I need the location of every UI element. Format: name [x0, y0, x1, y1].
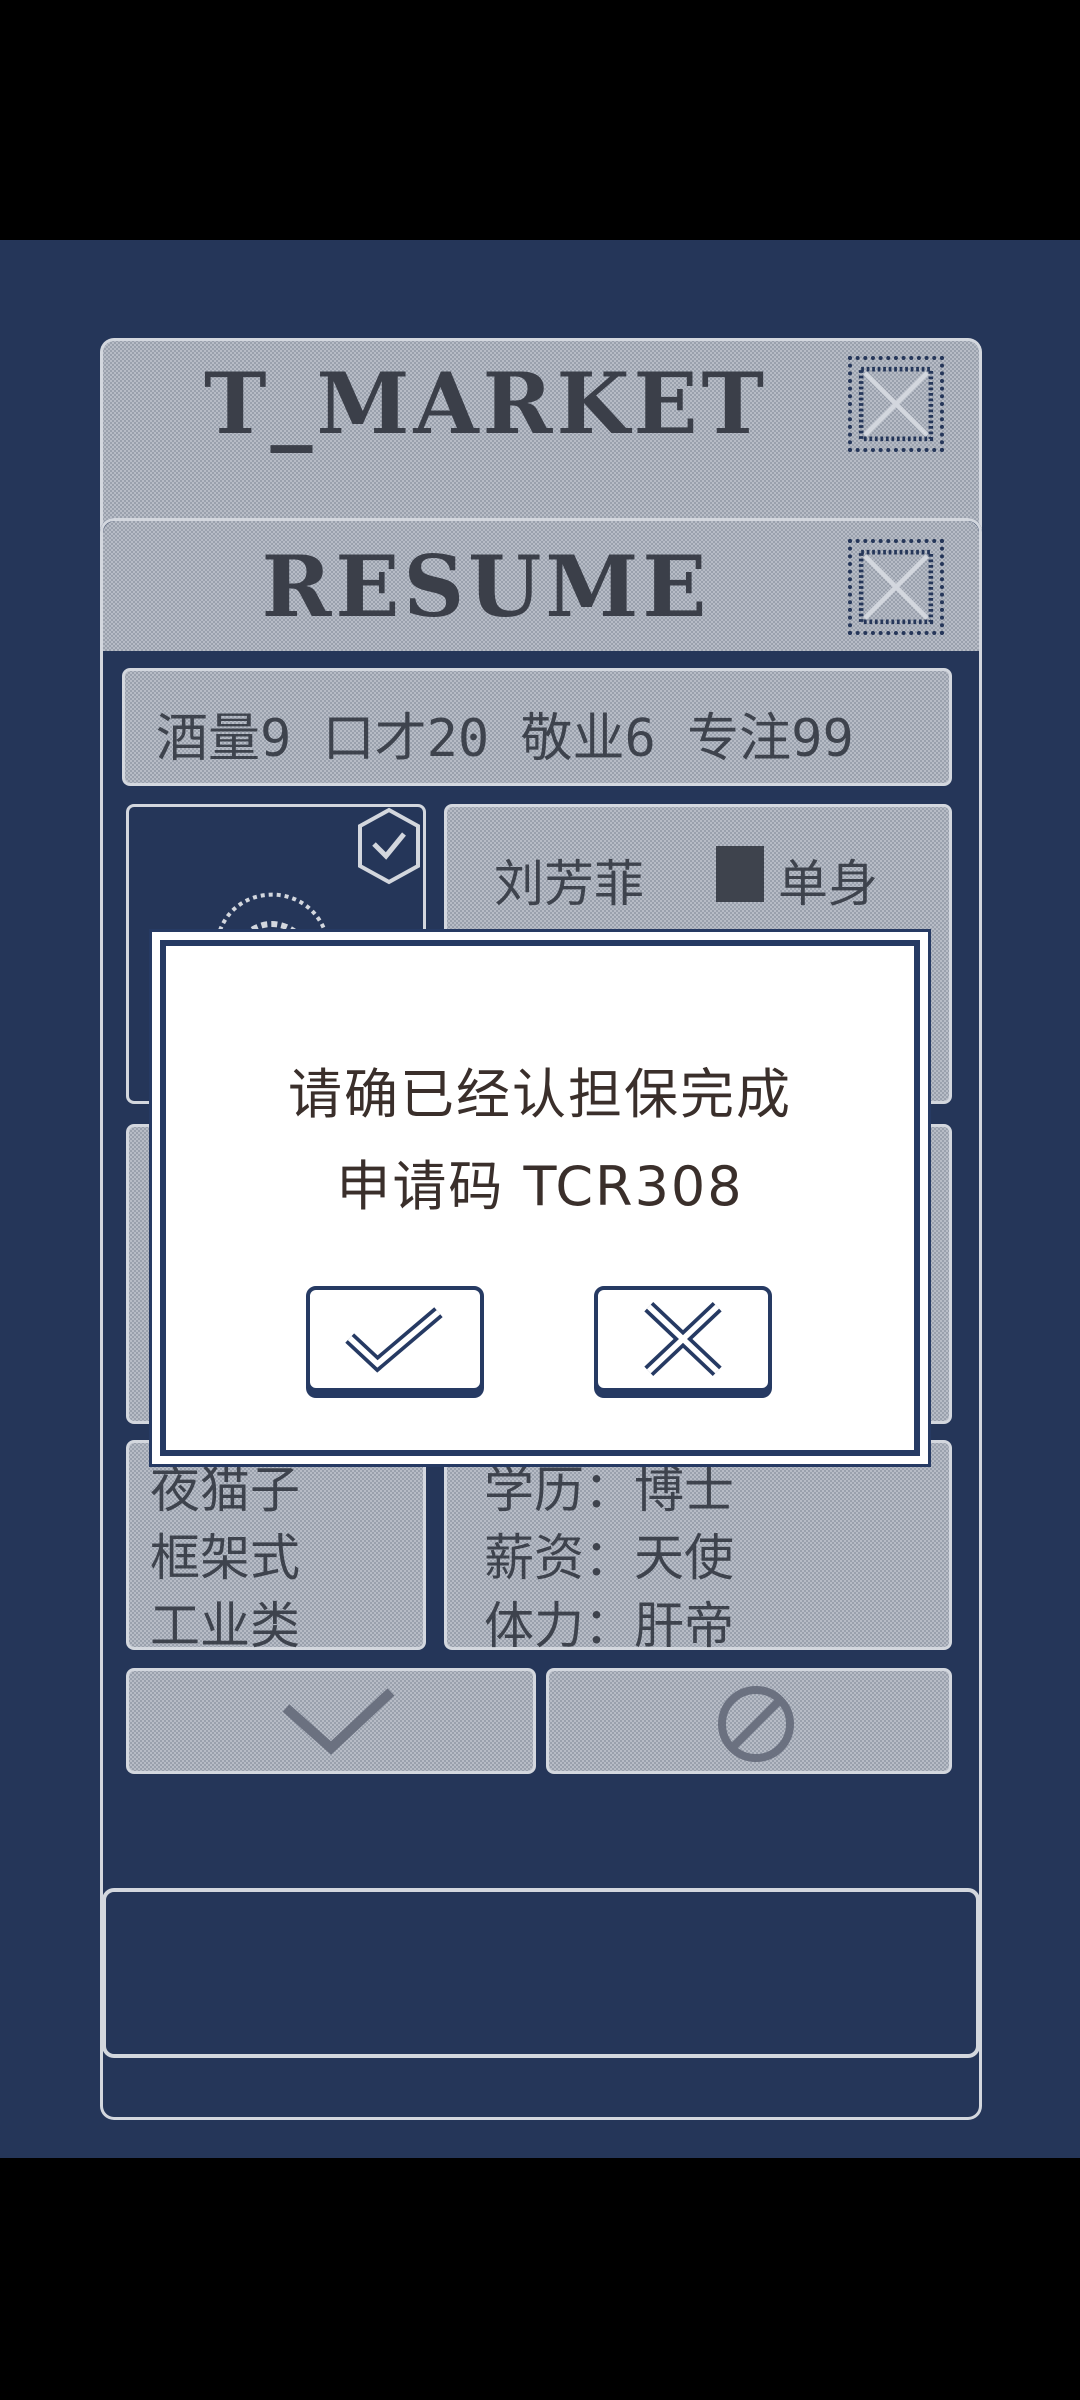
trait-1: 夜猫子 [150, 1461, 300, 1519]
trait-2: 框架式 [150, 1529, 300, 1587]
confirm-dialog: 请确已经认担保完成 申请码 TCR308 [160, 940, 920, 1456]
trait-3: 工业类 [150, 1597, 300, 1655]
stats-bar: 酒量9 口才20 敬业6 专注99 [122, 668, 952, 786]
market-title: T_MARKET [203, 353, 768, 453]
x-icon [644, 1301, 722, 1377]
traits-panel: 夜猫子 框架式 工业类 [126, 1440, 426, 1655]
detail-2: 薪资：天使 [484, 1529, 734, 1587]
reject-resume-button[interactable] [546, 1668, 952, 1774]
check-icon [282, 1688, 395, 1755]
game-screen: T_MARKET RESUME 酒量9 口才20 敬业6 专注99 刘芳菲 单身… [0, 240, 1080, 2158]
resume-close-button[interactable] [848, 539, 944, 635]
market-close-button[interactable] [848, 356, 944, 452]
confirm-button[interactable] [306, 1286, 484, 1392]
stats-text: 酒量9 口才20 敬业6 专注99 [156, 709, 854, 769]
badge-icon [358, 807, 420, 885]
ban-icon [718, 1686, 794, 1762]
resume-header: RESUME [103, 521, 979, 651]
resume-title: RESUME [261, 536, 711, 636]
footer-frame [102, 1888, 980, 2058]
dialog-message-line1: 请确已经认担保完成 [288, 1063, 792, 1126]
status-text: 单身 [778, 855, 878, 913]
status-icon [716, 846, 764, 902]
details-panel: 学历：博士 薪资：天使 体力：肝帝 [444, 1440, 952, 1655]
detail-3: 体力：肝帝 [484, 1597, 734, 1655]
check-icon [345, 1307, 443, 1373]
cancel-button[interactable] [594, 1286, 772, 1392]
dialog-message-line2: 申请码 TCR308 [336, 1155, 744, 1218]
name-text: 刘芳菲 [494, 855, 644, 913]
accept-resume-button[interactable] [126, 1668, 536, 1774]
detail-1: 学历：博士 [484, 1461, 734, 1519]
close-icon [858, 549, 934, 625]
close-icon [858, 366, 934, 442]
